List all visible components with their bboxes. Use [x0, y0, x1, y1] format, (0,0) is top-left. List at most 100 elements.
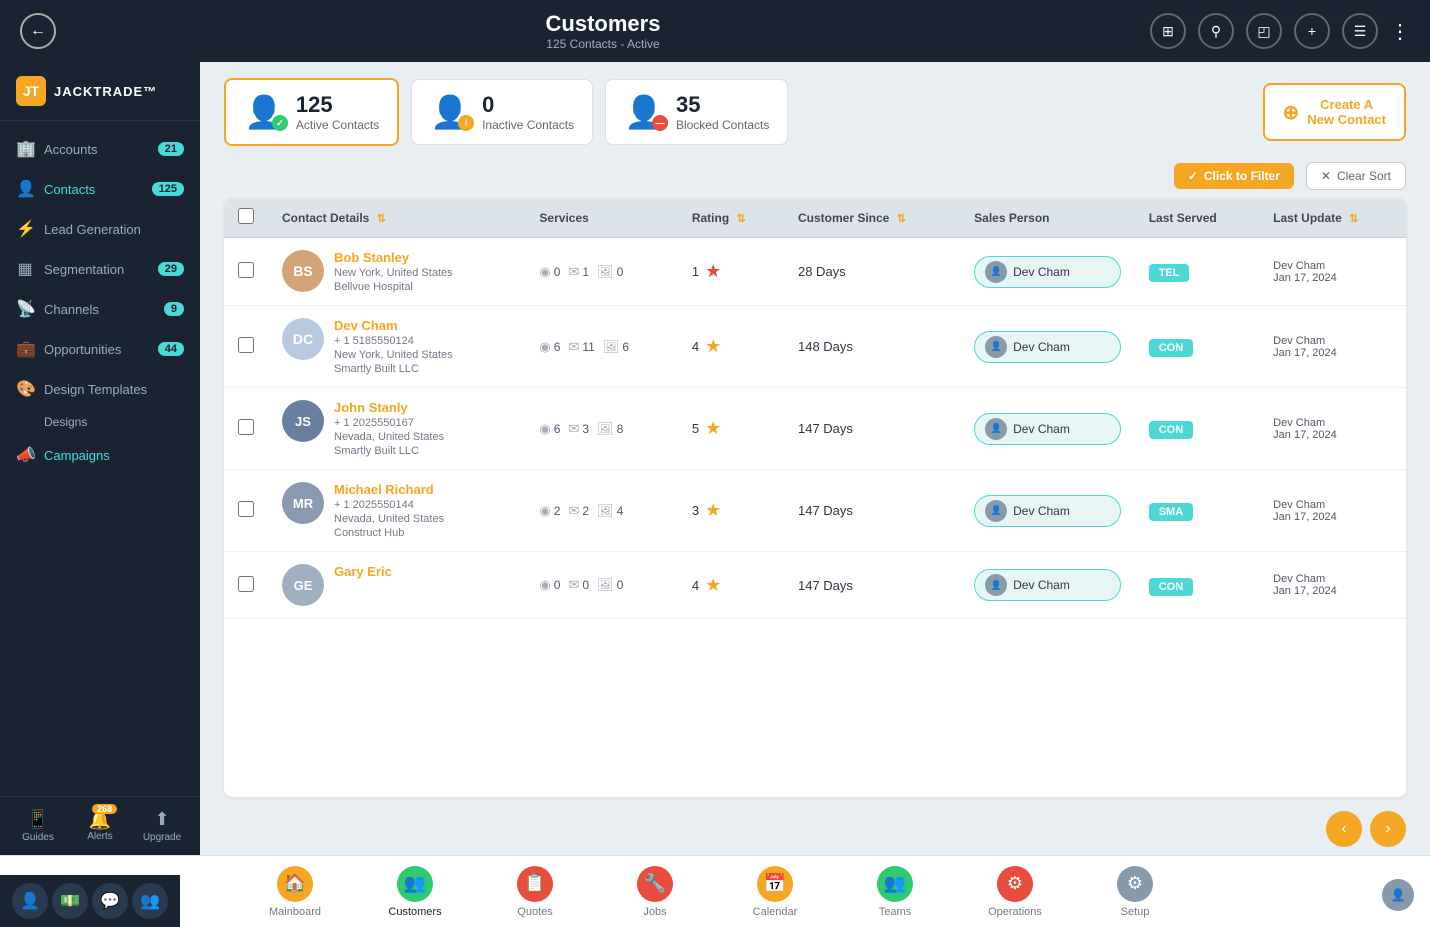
alerts-button[interactable]: 🔔 268 Alerts — [74, 810, 126, 842]
more-options-button[interactable]: ⋮ — [1390, 19, 1410, 44]
bottom-nav-calendar[interactable]: 📅 Calendar — [715, 858, 835, 926]
contact-phone: + 1 5185550124 — [334, 335, 453, 347]
bottom-chat-icon[interactable]: 💬 — [92, 883, 128, 919]
contact-name[interactable]: Dev Cham — [334, 318, 453, 333]
grid-icon-button[interactable]: ⊞ — [1150, 13, 1186, 49]
bottom-nav-mainboard[interactable]: 🏠 Mainboard — [235, 858, 355, 926]
bottom-nav-operations[interactable]: ⚙ Operations — [955, 858, 1075, 926]
bottom-nav-setup[interactable]: ⚙ Setup — [1075, 858, 1195, 926]
add-icon-button[interactable]: + — [1294, 13, 1330, 49]
sidebar-item-campaigns[interactable]: 📣 Campaigns — [0, 435, 200, 475]
alerts-label: Alerts — [87, 831, 113, 842]
channels-badge: 9 — [164, 302, 184, 316]
row-checkbox-cell[interactable] — [224, 306, 268, 388]
rating-star: ★ — [705, 336, 721, 357]
row-checkbox[interactable] — [238, 576, 254, 592]
next-page-button[interactable]: › — [1370, 811, 1406, 847]
back-button[interactable]: ← — [20, 13, 56, 49]
contact-name[interactable]: Michael Richard — [334, 482, 444, 497]
contact-name[interactable]: Bob Stanley — [334, 250, 453, 265]
bottom-nav-customers[interactable]: 👥 Customers — [355, 858, 475, 926]
since-sort-icon[interactable]: ⇅ — [897, 213, 906, 225]
teams-label: Teams — [879, 906, 911, 918]
sidebar-item-design-templates[interactable]: 🎨 Design Templates — [0, 369, 200, 409]
row-checkbox[interactable] — [238, 419, 254, 435]
contact-sort-icon[interactable]: ⇅ — [377, 213, 386, 225]
table-row[interactable]: GE Gary Eric ◉ 0 — [224, 552, 1406, 619]
rating-sort-icon[interactable]: ⇅ — [737, 213, 746, 225]
contact-name[interactable]: Gary Eric — [334, 564, 392, 579]
row-checkbox[interactable] — [238, 501, 254, 517]
sidebar-item-accounts[interactable]: 🏢 Accounts 21 — [0, 129, 200, 169]
clear-sort-button[interactable]: ✕ Clear Sort — [1306, 162, 1406, 190]
col-rating: Rating ⇅ — [678, 198, 784, 238]
upgrade-button[interactable]: ⬆ Upgrade — [136, 809, 188, 843]
row-checkbox-cell[interactable] — [224, 238, 268, 306]
contact-company: Bellvue Hospital — [334, 281, 453, 293]
row-checkbox-cell[interactable] — [224, 552, 268, 619]
select-all-checkbox[interactable] — [238, 208, 254, 224]
inactive-contacts-card[interactable]: 👤 ! 0 Inactive Contacts — [411, 79, 593, 145]
customer-since-value: 147 Days — [798, 578, 853, 593]
bottom-nav-jobs[interactable]: 🔧 Jobs — [595, 858, 715, 926]
svc-image-icon: 🖼 — [603, 339, 620, 355]
table-row[interactable]: MR Michael Richard + 1 2025550144 Nevada… — [224, 470, 1406, 552]
customer-since-value: 147 Days — [798, 503, 853, 518]
header-right: ⊞ ⚲ ◰ + ☰ ⋮ — [1150, 13, 1410, 49]
blocked-contacts-card[interactable]: 👤 — 35 Blocked Contacts — [605, 79, 788, 145]
click-to-filter-button[interactable]: ✓ Click to Filter — [1174, 163, 1294, 189]
bottom-dollar-icon[interactable]: 💵 — [52, 883, 88, 919]
quotes-icon: 📋 — [517, 866, 553, 902]
guides-button[interactable]: 📱 Guides — [12, 809, 64, 843]
sidebar-item-opportunities[interactable]: 💼 Opportunities 44 — [0, 329, 200, 369]
prev-page-button[interactable]: ‹ — [1326, 811, 1362, 847]
opp-badge: 44 — [158, 342, 184, 356]
sidebar-item-lead-generation[interactable]: ⚡ Lead Generation — [0, 209, 200, 249]
row-checkbox-cell[interactable] — [224, 388, 268, 470]
bottom-nav-quotes[interactable]: 📋 Quotes — [475, 858, 595, 926]
user-avatar[interactable]: 👤 — [1382, 879, 1414, 911]
list-icon-button[interactable]: ☰ — [1342, 13, 1378, 49]
alerts-badge: 268 — [92, 804, 117, 814]
table-header-row: Contact Details ⇅ Services Rating ⇅ Cust… — [224, 198, 1406, 238]
contact-avatar: GE — [282, 564, 324, 606]
bottom-person-icon[interactable]: 👤 — [12, 883, 48, 919]
select-all-header[interactable] — [224, 198, 268, 238]
customers-label: Customers — [388, 906, 441, 918]
services-cell: ◉ 0 ✉ 0 🖼 0 — [525, 552, 677, 619]
update-sort-icon[interactable]: ⇅ — [1349, 213, 1358, 225]
bottom-group-icon[interactable]: 👥 — [132, 883, 168, 919]
row-checkbox[interactable] — [238, 262, 254, 278]
create-plus-icon: ⊕ — [1283, 100, 1300, 125]
rating-number: 3 — [692, 503, 699, 518]
sidebar-item-designs[interactable]: Designs — [0, 409, 200, 435]
table-row[interactable]: JS John Stanly + 1 2025550167 Nevada, Un… — [224, 388, 1406, 470]
sales-person-cell: 👤 Dev Cham — [960, 306, 1135, 388]
last-served-cell: SMA — [1135, 470, 1259, 552]
search-icon-button[interactable]: ⚲ — [1198, 13, 1234, 49]
sidebar-item-channels[interactable]: 📡 Channels 9 — [0, 289, 200, 329]
sidebar-item-contacts[interactable]: 👤 Contacts 125 — [0, 169, 200, 209]
contact-cell: JS John Stanly + 1 2025550167 Nevada, Un… — [268, 388, 525, 470]
last-update-cell: Dev Cham Jan 17, 2024 — [1259, 552, 1406, 619]
bottom-nav: 🏠 Mainboard 👥 Customers 📋 Quotes 🔧 Jobs … — [0, 855, 1430, 927]
contacts-table: Contact Details ⇅ Services Rating ⇅ Cust… — [224, 198, 1406, 619]
upgrade-label: Upgrade — [143, 832, 181, 843]
create-new-contact-button[interactable]: ⊕ Create ANew Contact — [1263, 83, 1407, 141]
filter-icon-button[interactable]: ◰ — [1246, 13, 1282, 49]
inactive-count: 0 — [482, 92, 574, 118]
svc-image-icon: 🖼 — [597, 577, 614, 593]
table-row[interactable]: DC Dev Cham + 1 5185550124 New York, Uni… — [224, 306, 1406, 388]
rating-number: 5 — [692, 421, 699, 436]
create-label: Create ANew Contact — [1307, 97, 1386, 127]
contact-name[interactable]: John Stanly — [334, 400, 444, 415]
sidebar-item-segmentation[interactable]: ▦ Segmentation 29 — [0, 249, 200, 289]
row-checkbox-cell[interactable] — [224, 470, 268, 552]
active-contacts-card[interactable]: 👤 ✓ 125 Active Contacts — [224, 78, 399, 146]
svc-count-2: 2 — [582, 504, 589, 518]
sales-chip: 👤 Dev Cham — [974, 569, 1121, 601]
bottom-nav-teams[interactable]: 👥 Teams — [835, 858, 955, 926]
row-checkbox[interactable] — [238, 337, 254, 353]
table-row[interactable]: BS Bob Stanley New York, United States B… — [224, 238, 1406, 306]
contacts-label: Contacts — [44, 182, 95, 197]
